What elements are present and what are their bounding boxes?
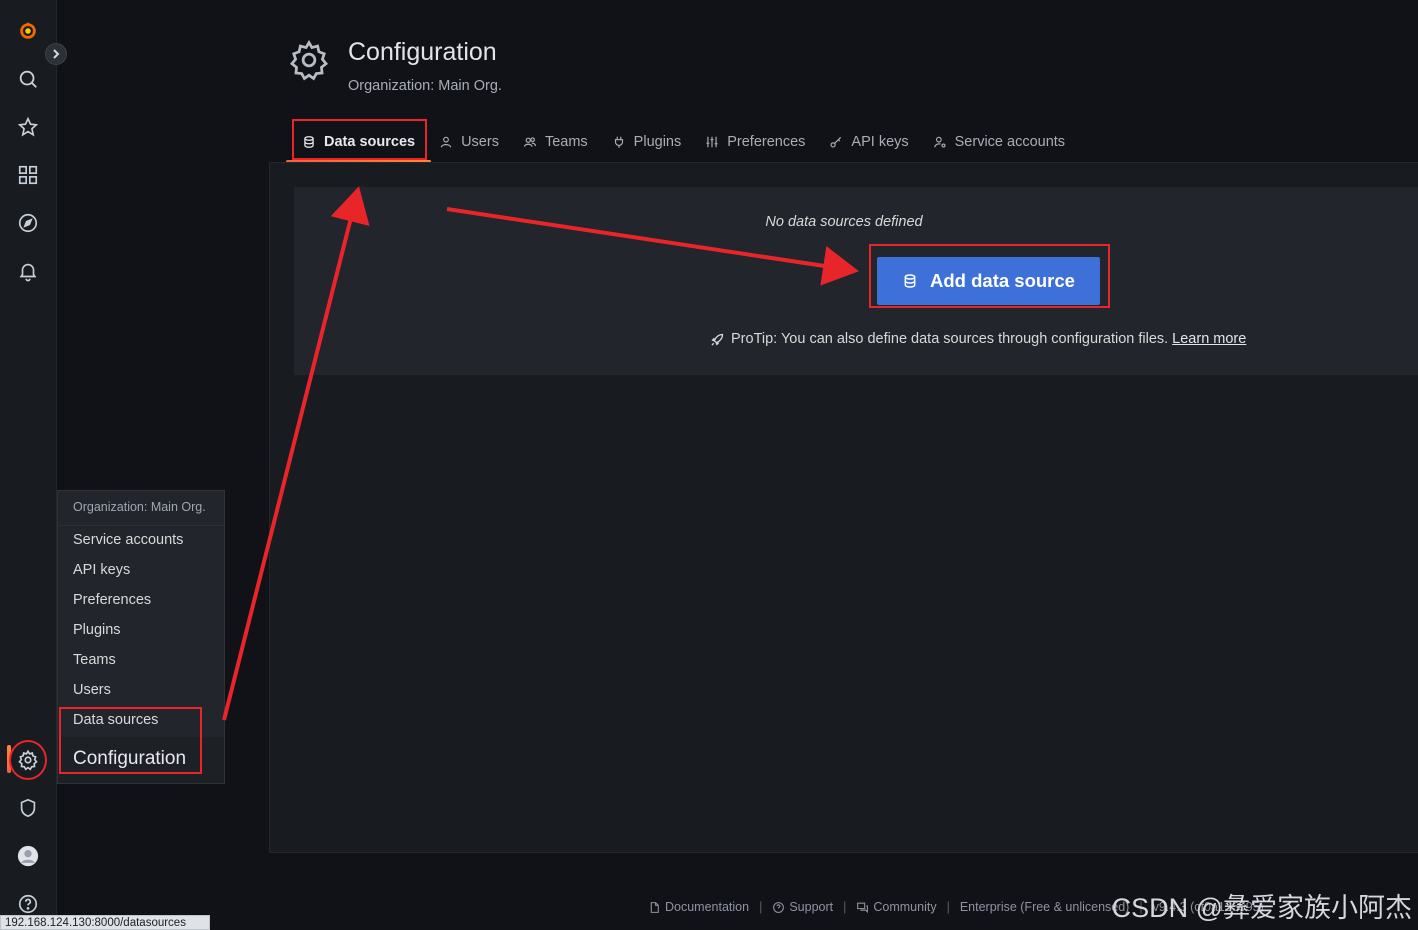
star-icon[interactable] <box>13 112 43 142</box>
flyout-item-preferences[interactable]: Preferences <box>58 586 224 616</box>
tab-label: Teams <box>544 134 588 150</box>
footer-community-link[interactable]: Community <box>856 900 937 914</box>
watermark: CSDN @彝爱家族小阿杰 <box>1111 893 1412 923</box>
footer-support-link[interactable]: Support <box>772 900 833 914</box>
question-circle-icon <box>773 901 785 913</box>
users-icon <box>523 137 537 147</box>
flyout-item-api-keys[interactable]: API keys <box>58 556 224 586</box>
tab-label: API keys <box>851 134 909 150</box>
annotation-box-flyout <box>59 707 202 774</box>
sidebar <box>0 0 57 930</box>
shield-icon[interactable] <box>13 793 43 823</box>
search-icon[interactable] <box>13 64 43 94</box>
flyout-item-users[interactable]: Users <box>58 676 224 706</box>
plug-icon <box>614 136 623 148</box>
annotation-box-tab <box>292 119 427 160</box>
page-title: Configuration <box>348 38 497 66</box>
gear-highlight-circle <box>9 740 47 780</box>
footer-community-label: Community <box>873 900 937 914</box>
tab-users[interactable]: Users <box>427 122 511 162</box>
footer-documentation-label: Documentation <box>665 900 750 914</box>
tab-label: Plugins <box>633 134 682 150</box>
page-subtitle: Organization: Main Org. <box>348 78 502 94</box>
flyout-header: Organization: Main Org. <box>58 491 224 526</box>
bell-icon[interactable] <box>13 256 43 286</box>
footer-separator: | <box>759 900 763 914</box>
user-icon <box>440 136 452 148</box>
protip-text: ProTip: You can also define data sources… <box>731 331 1169 347</box>
tab-teams[interactable]: Teams <box>511 122 600 162</box>
learn-more-link[interactable]: Learn more <box>1172 331 1246 347</box>
user-cog-icon <box>933 136 946 148</box>
footer-support-label: Support <box>789 900 834 914</box>
tab-api-keys[interactable]: API keys <box>817 122 920 162</box>
tab-preferences[interactable]: Preferences <box>693 122 817 162</box>
sliders-icon <box>706 136 718 148</box>
tab-label: Preferences <box>727 134 806 150</box>
flyout-item-plugins[interactable]: Plugins <box>58 616 224 646</box>
dashboards-icon[interactable] <box>13 160 43 190</box>
footer-separator: | <box>843 900 847 914</box>
flyout-item-service-accounts[interactable]: Service accounts <box>58 526 224 556</box>
footer-documentation-link[interactable]: Documentation <box>648 900 749 914</box>
avatar-icon[interactable] <box>13 841 43 871</box>
tab-label: Users <box>461 134 499 150</box>
annotation-box-add-button <box>869 244 1110 308</box>
empty-state-message: No data sources defined <box>765 214 923 230</box>
document-icon <box>650 901 659 913</box>
sidebar-expand-button[interactable] <box>45 43 67 65</box>
comments-icon <box>857 902 869 913</box>
protip: ProTip: You can also define data sources… <box>710 331 1246 347</box>
footer-enterprise-label: Enterprise (Free & unlicensed) <box>959 900 1130 914</box>
tab-service-accounts[interactable]: Service accounts <box>921 122 1077 162</box>
rocket-icon <box>711 333 724 346</box>
page-gear-icon <box>287 38 331 82</box>
footer-separator: | <box>946 900 950 914</box>
tab-label: Service accounts <box>954 134 1066 150</box>
grafana-logo-icon[interactable] <box>13 16 43 46</box>
browser-status-url: 192.168.124.130:8000/datasources <box>0 915 210 930</box>
footer-enterprise-link[interactable]: Enterprise (Free & unlicensed) <box>960 900 1130 914</box>
tab-plugins[interactable]: Plugins <box>600 122 694 162</box>
flyout-item-teams[interactable]: Teams <box>58 646 224 676</box>
key-icon <box>830 136 842 148</box>
